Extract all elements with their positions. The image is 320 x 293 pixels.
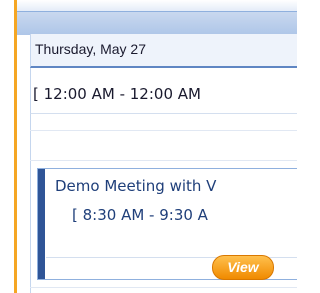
event-time-range: [ 8:30 AM - 9:30 A [72, 206, 208, 224]
calendar-page: Thursday, May 27 [ 12:00 AM - 12:00 AM D… [0, 0, 297, 293]
event-title[interactable]: Demo Meeting with V [55, 177, 216, 195]
top-band [17, 0, 297, 11]
view-button[interactable]: View [212, 255, 274, 280]
time-slot-divider [30, 287, 297, 288]
all-day-event-row[interactable]: [ 12:00 AM - 12:00 AM [30, 76, 297, 114]
event-color-stripe [38, 169, 45, 279]
date-label: Thursday, May 27 [35, 41, 147, 57]
all-day-time-range: [ 12:00 AM - 12:00 AM [33, 85, 201, 103]
day-header-bar [17, 11, 297, 35]
date-header[interactable]: Thursday, May 27 [30, 34, 297, 68]
time-slot-divider [30, 160, 297, 161]
time-slot-divider [30, 130, 297, 131]
